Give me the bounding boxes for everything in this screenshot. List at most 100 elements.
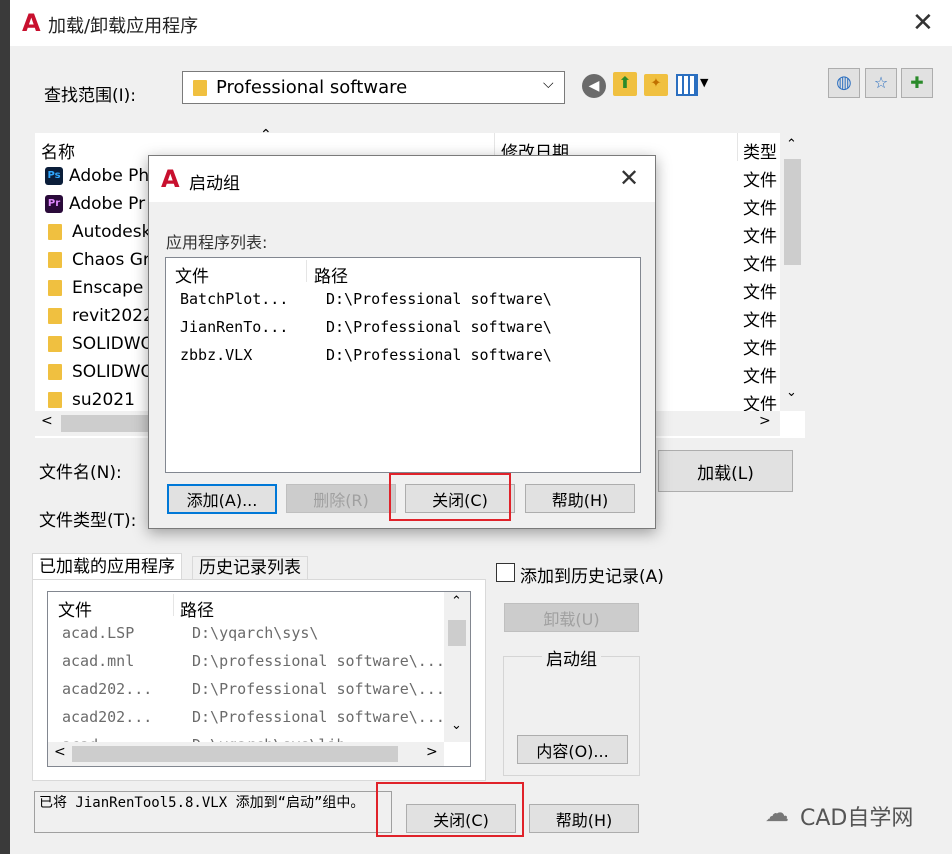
watermark: CAD自学网 (800, 806, 914, 831)
load-button[interactable]: 加载(L) (658, 450, 793, 492)
autocad-logo-icon: A (161, 165, 180, 193)
table-row-path: D:\Professional software\ (326, 290, 552, 308)
globe-search-icon[interactable]: ◍ (828, 68, 860, 98)
highlight-box (389, 473, 511, 521)
wechat-icon: ☁ (765, 799, 789, 827)
help-button[interactable]: 帮助(H) (529, 804, 639, 833)
file-type: 文件 (743, 283, 777, 303)
tab-loaded-apps[interactable]: 已加载的应用程序 (32, 553, 182, 579)
loaded-apps-panel: 文件 路径 acad.LSP D:\yqarch\sys\ acad.mnl D… (32, 579, 486, 781)
chevron-down-icon: ⌵ (543, 76, 554, 92)
lookin-dropdown[interactable]: Professional software ⌵ (182, 71, 565, 104)
list-item[interactable]: Pr Adobe Pr (45, 194, 145, 214)
file-type: 文件 (743, 367, 777, 387)
column-divider (306, 260, 307, 282)
app-list-label: 应用程序列表: (166, 233, 268, 252)
table-row-path: D:\professional software\... (192, 652, 445, 670)
filetype-label: 文件类型(T): (39, 511, 137, 531)
premiere-icon: Pr (45, 195, 63, 213)
file-name: SOLIDWO (72, 334, 154, 354)
add-history-checkbox[interactable] (496, 563, 515, 582)
loaded-apps-list: 文件 路径 acad.LSP D:\yqarch\sys\ acad.mnl D… (47, 591, 471, 767)
back-icon[interactable]: ◀ (582, 74, 606, 98)
scroll-left-icon[interactable]: < (41, 413, 53, 429)
column-name-header[interactable]: 名称 (41, 138, 75, 163)
startup-title-bar: A 启动组 ✕ (149, 156, 655, 202)
folder-icon (48, 224, 62, 240)
file-type: 文件 (743, 199, 777, 219)
table-row[interactable]: acad202... (62, 680, 152, 698)
lookin-label: 查找范围(I): (44, 86, 137, 106)
contents-button[interactable]: 内容(O)... (517, 735, 628, 764)
add-button[interactable]: 添加(A)... (167, 484, 277, 514)
column-path-header[interactable]: 路径 (180, 596, 214, 621)
list-item[interactable]: Enscape (48, 278, 143, 298)
table-row-path: D:\Professional software\ (326, 346, 552, 364)
new-folder-icon[interactable]: ✦ (644, 74, 668, 96)
scroll-thumb[interactable] (784, 159, 801, 265)
file-name: revit2022 (72, 306, 154, 326)
table-row[interactable]: BatchPlot... (180, 290, 288, 308)
highlight-box (376, 782, 524, 837)
scroll-up-icon[interactable]: ⌃ (786, 137, 797, 152)
table-row[interactable]: acad202... (62, 708, 152, 726)
startup-dialog-title: 启动组 (189, 174, 240, 194)
close-icon[interactable]: ✕ (619, 164, 639, 192)
vertical-scrollbar[interactable]: ⌃ ⌄ (780, 133, 805, 411)
list-item[interactable]: revit2022 (48, 306, 154, 326)
scroll-left-icon[interactable]: < (54, 744, 66, 760)
table-row[interactable]: zbbz.VLX (180, 346, 252, 364)
list-item[interactable]: Chaos Gr (48, 250, 150, 270)
file-name: SOLIDWO (72, 362, 154, 382)
list-item[interactable]: Ps Adobe Ph (45, 166, 149, 186)
add-favorite-icon[interactable]: ✚ (901, 68, 933, 98)
scroll-thumb[interactable] (72, 746, 398, 762)
column-type-header[interactable]: 类型 (743, 138, 777, 163)
file-type: 文件 (743, 255, 777, 275)
table-row[interactable]: acad.mnl (62, 652, 134, 670)
close-icon[interactable]: ✕ (912, 8, 934, 38)
filename-label: 文件名(N): (39, 463, 122, 483)
list-item[interactable]: Autodesk (48, 222, 151, 242)
folder-icon (48, 364, 62, 380)
folder-icon (48, 280, 62, 296)
table-row[interactable]: JianRenTo... (180, 318, 288, 336)
scroll-right-icon[interactable]: > (426, 744, 438, 760)
scroll-thumb[interactable] (448, 620, 466, 646)
favorites-icon[interactable]: ☆ (865, 68, 897, 98)
up-folder-icon[interactable]: ⬆ (613, 72, 637, 96)
startup-help-button[interactable]: 帮助(H) (525, 484, 635, 513)
startup-app-list: 文件 路径 BatchPlot... D:\Professional softw… (165, 257, 641, 473)
list-item[interactable]: SOLIDWO (48, 334, 154, 354)
title-bar: A 加载/卸载应用程序 ✕ (10, 0, 952, 46)
photoshop-icon: Ps (45, 167, 63, 185)
dialog-title: 加载/卸载应用程序 (48, 16, 199, 37)
lookin-value: Professional software (216, 77, 408, 98)
table-row-path: D:\yqarch\sys\ (192, 624, 319, 642)
scroll-up-icon[interactable]: ⌃ (451, 594, 462, 609)
remove-button[interactable]: 删除(R) (286, 484, 396, 513)
scroll-right-icon[interactable]: > (759, 413, 771, 429)
folder-icon (48, 252, 62, 268)
column-path-header[interactable]: 路径 (314, 262, 348, 287)
folder-icon (48, 308, 62, 324)
file-type: 文件 (743, 339, 777, 359)
scroll-down-icon[interactable]: ⌄ (451, 718, 462, 733)
tab-history-list[interactable]: 历史记录列表 (192, 556, 308, 579)
file-type: 文件 (743, 227, 777, 247)
table-row[interactable]: acad.LSP (62, 624, 134, 642)
scroll-down-icon[interactable]: ⌄ (786, 385, 797, 400)
file-type: 文件 (743, 311, 777, 331)
list-item[interactable]: SOLIDWO (48, 362, 154, 382)
views-menu-icon[interactable]: ▼ (676, 74, 712, 96)
folder-icon (48, 336, 62, 352)
column-divider (737, 133, 738, 161)
folder-icon (48, 392, 62, 408)
horizontal-scrollbar[interactable]: < > (48, 742, 444, 766)
unload-button[interactable]: 卸载(U) (504, 603, 639, 632)
column-file-header[interactable]: 文件 (58, 596, 92, 621)
vertical-scrollbar[interactable]: ⌃ ⌄ (444, 592, 470, 742)
list-item[interactable]: su2021 (48, 390, 135, 410)
column-file-header[interactable]: 文件 (175, 262, 209, 287)
file-name: Enscape (72, 278, 144, 298)
